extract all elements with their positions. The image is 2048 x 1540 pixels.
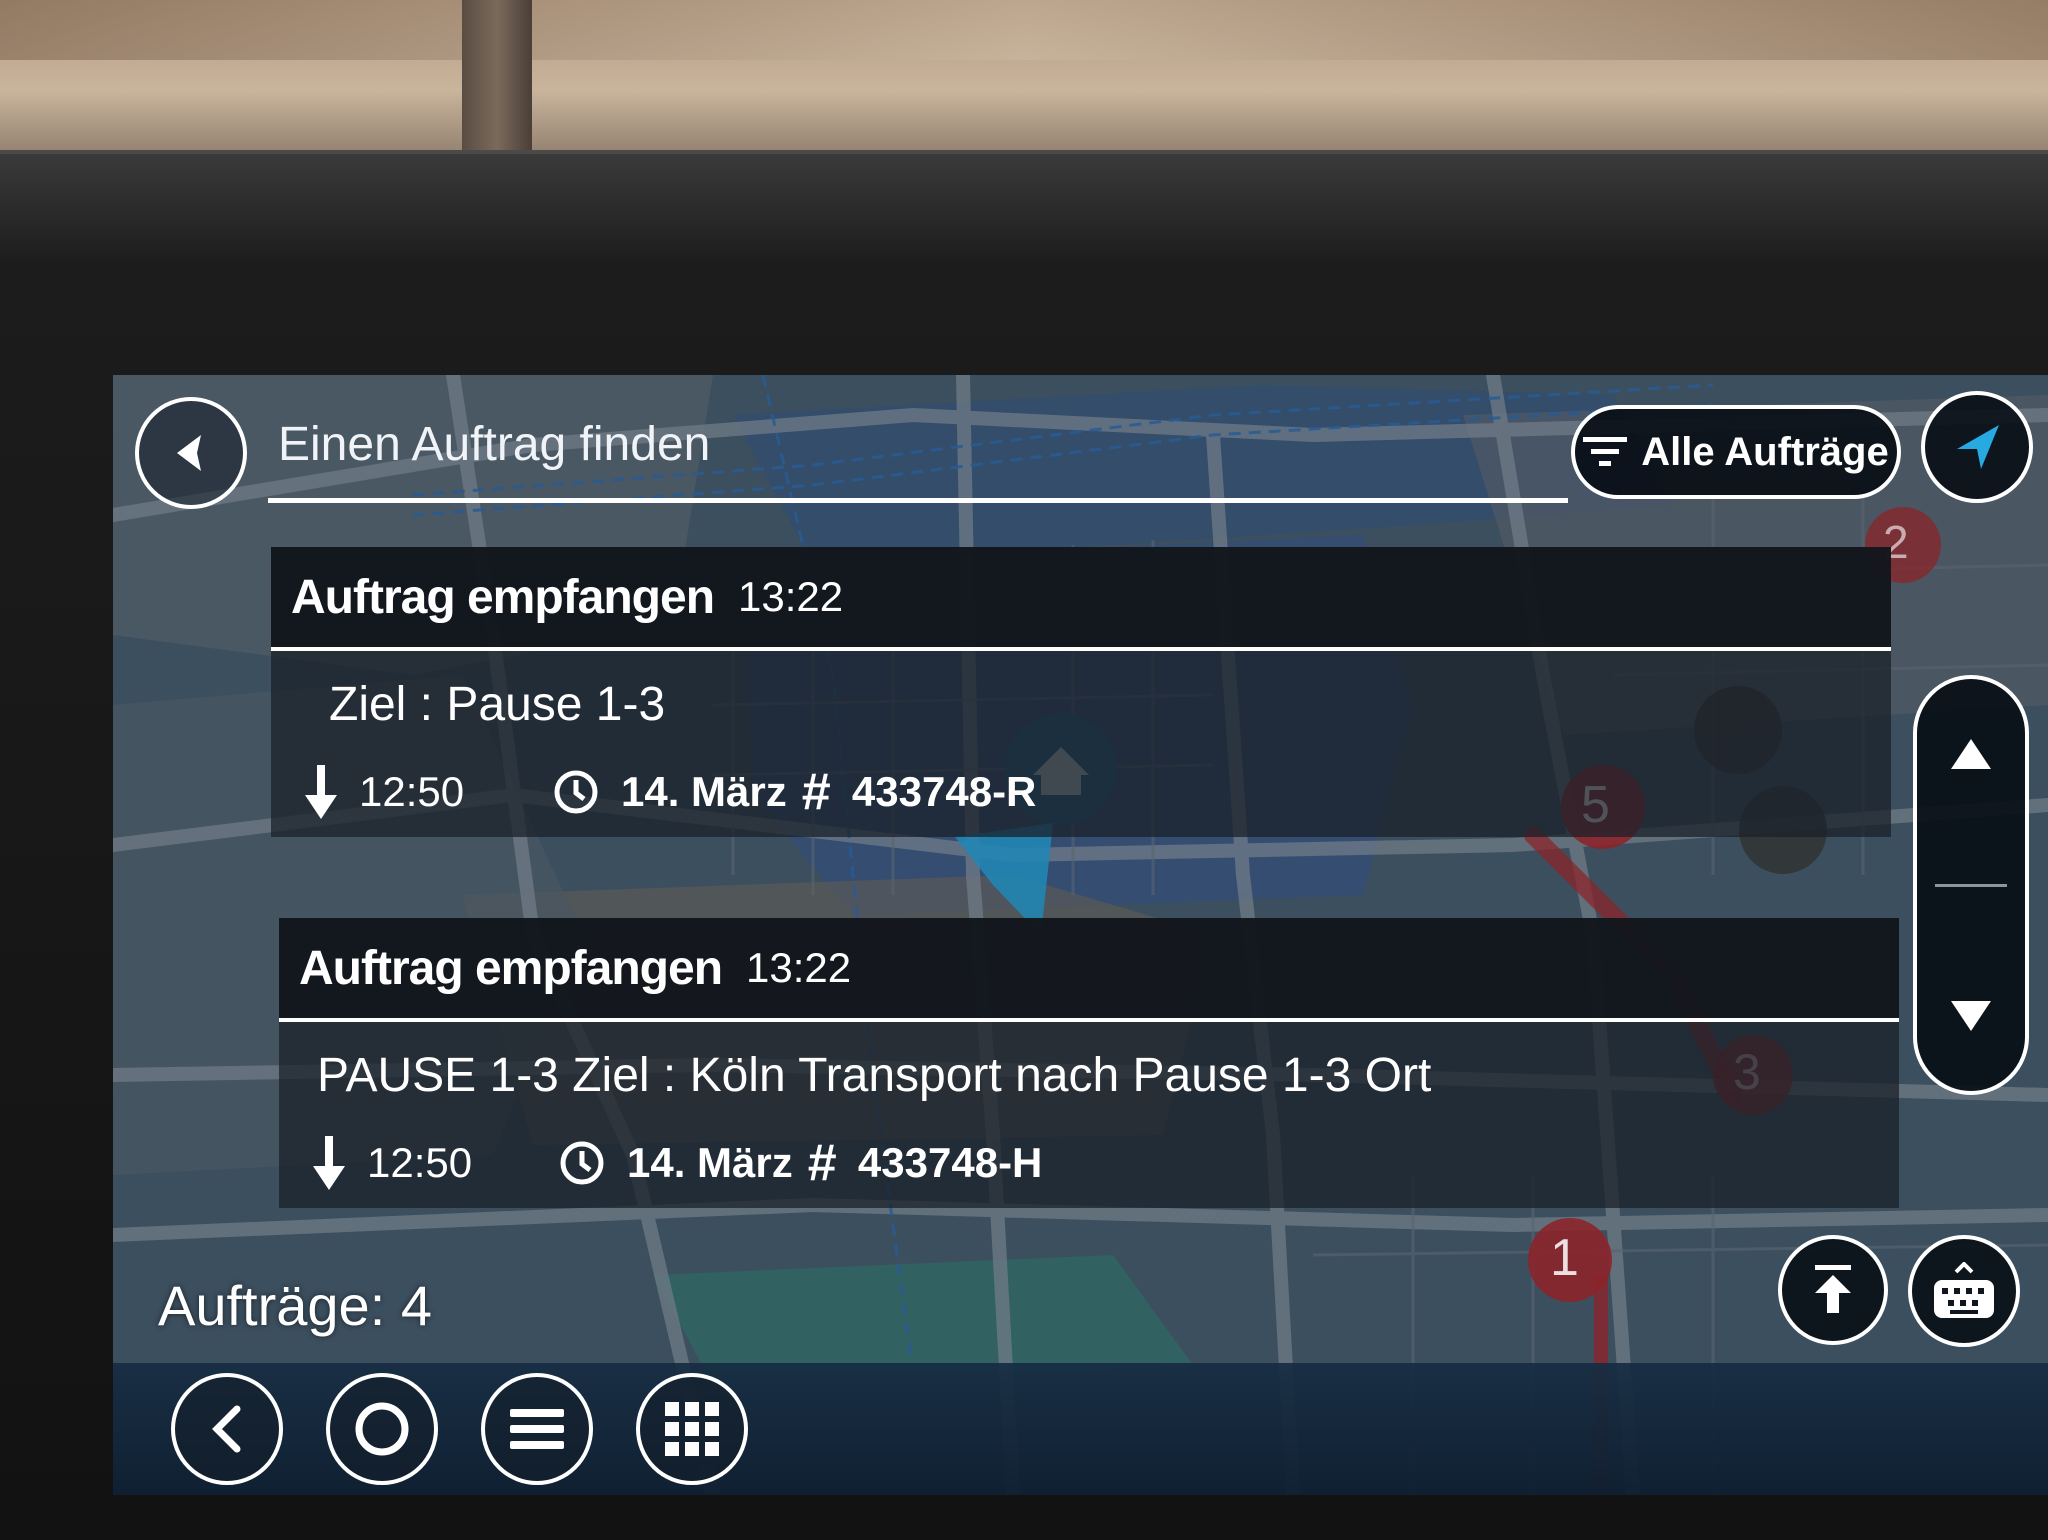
grid-icon [665,1402,719,1456]
order-received-time: 13:22 [746,944,852,991]
nav-apps-button[interactable] [636,1373,748,1485]
clock-icon [560,1141,604,1185]
arrow-down-icon [305,765,337,819]
order-number-value: 433748-H [857,1139,1043,1186]
back-arrow-icon [177,435,201,471]
order-description: Ziel : Pause 1-3 [329,678,666,731]
bottom-navigation-bar [113,1363,2048,1495]
order-heading: Auftrag empfangen [291,570,715,624]
search-field[interactable]: Einen Auftrag finden [278,417,710,472]
hash-icon: # [801,763,830,821]
filter-all-orders-button[interactable]: Alle Aufträge [1571,405,1901,499]
back-button[interactable] [135,397,247,509]
nav-back-button[interactable] [171,1373,283,1485]
arrow-to-top-icon [1815,1265,1851,1313]
order-date-value: 14. März [621,768,787,815]
order-arrival-time: 12:50 [367,1139,473,1186]
order-received-time: 13:22 [738,573,844,620]
order-heading: Auftrag empfangen [299,941,723,995]
order-date: 14. März [559,1128,793,1198]
scroll-divider [1935,884,2007,887]
order-list-item[interactable]: Auftrag empfangen 13:22 Ziel : Pause 1-3… [271,547,1891,837]
arrow-down-icon [313,1136,345,1190]
chevron-up-icon [1951,739,1991,769]
order-arrival-time: 12:50 [359,768,465,815]
order-description: PAUSE 1-3 Ziel : Köln Transport nach Pau… [317,1049,1432,1102]
search-underline [268,498,1568,503]
chevron-down-icon [1951,1001,1991,1031]
nav-home-button[interactable] [326,1373,438,1485]
order-number: # 433748-H [807,1128,1042,1198]
ceiling-beam [0,0,2048,60]
menu-icon [510,1409,564,1449]
order-number-value: 433748-R [851,768,1037,815]
orders-count: Aufträge: 4 [158,1274,432,1337]
order-list-item[interactable]: Auftrag empfangen 13:22 PAUSE 1-3 Ziel :… [279,918,1899,1208]
keyboard-button[interactable] [1908,1235,2020,1347]
home-circle-icon [355,1402,409,1456]
scroll-up-button[interactable] [1917,679,2025,829]
scroll-down-button[interactable] [1917,941,2025,1091]
ceiling-background [0,0,2048,165]
order-date: 14. März [553,757,787,827]
device-screen: 2 5 3 1 Einen Auftrag finden Alle Aufträ… [113,375,2048,1495]
location-arrow-icon [1957,425,1999,469]
order-meta: 12:50 14. März # 433748-H [279,1128,1899,1198]
order-header: Auftrag empfangen 13:22 [279,918,1899,1022]
chevron-left-icon [212,1405,241,1453]
order-header: Auftrag empfangen 13:22 [271,547,1891,651]
clock-icon [554,770,598,814]
scroll-to-top-button[interactable] [1778,1235,1888,1345]
ceiling-post [462,0,532,165]
order-date-value: 14. März [627,1139,793,1186]
location-button[interactable] [1921,391,2033,503]
filter-icon [1583,437,1628,466]
filter-label: Alle Aufträge [1641,429,1889,474]
map-marker-label-1: 1 [1550,1229,1579,1287]
hash-icon: # [807,1134,836,1192]
order-number: # 433748-R [801,757,1036,827]
scrollbar[interactable] [1913,675,2029,1095]
order-meta: 12:50 14. März # 433748-R [271,757,1891,827]
order-arrival: 12:50 [305,757,464,827]
order-arrival: 12:50 [313,1128,472,1198]
keyboard-icon [1934,1262,1994,1318]
nav-menu-button[interactable] [481,1373,593,1485]
